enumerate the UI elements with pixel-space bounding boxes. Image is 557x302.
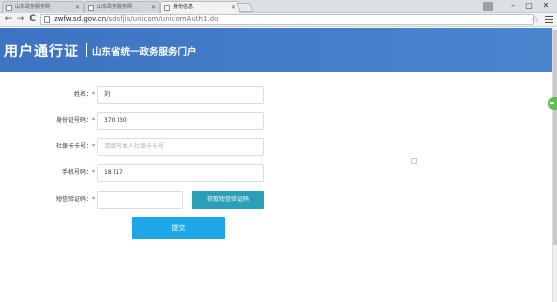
sms-code-field[interactable] (97, 191, 183, 209)
page-icon (6, 5, 12, 11)
bookmark-star-icon[interactable]: ☆ (531, 13, 539, 27)
vertical-scrollbar[interactable] (552, 28, 557, 302)
new-tab-button[interactable] (236, 3, 254, 12)
page-icon (44, 16, 50, 23)
close-icon[interactable]: ✕ (75, 2, 80, 13)
get-sms-code-button[interactable]: 获取短信验证码 (192, 191, 264, 209)
small-checkbox[interactable] (411, 158, 417, 164)
maximize-button[interactable]: ▢ (521, 0, 537, 12)
tab-1[interactable]: 山东政务服务网 ✕ (2, 1, 84, 13)
page-icon (88, 5, 94, 11)
auth-form: 姓名：* 刘 身份证号码：* 370 l30 社保卡卡号：* 请填写本人社保卡卡… (0, 72, 552, 302)
header-banner: 用户通行证 山东省统一政务服务门户 (0, 28, 552, 72)
url-host: zwfw.sd.gov.cn (54, 15, 107, 23)
url-text: zwfw.sd.gov.cn/sdsfjis/unicom/unicomAuth… (54, 15, 218, 24)
id-number-label: 身份证号码：* (55, 117, 95, 124)
id-number-field[interactable]: 370 l30 (97, 112, 264, 130)
tab-strip: 山东政务服务网 ✕ 山东政务服务网 ✕ 身份信息 ✕ – ▢ ✕ (0, 0, 557, 13)
tab-title: 山东政务服务网 (15, 4, 51, 10)
minimize-button[interactable]: – (505, 0, 521, 12)
brand-title: 用户通行证 (4, 44, 79, 60)
url-path: /sdsfjis/unicom/unicomAuth1.do (106, 15, 219, 23)
tab-title: 身份信息 (173, 4, 194, 10)
side-float-widget[interactable] (548, 97, 557, 110)
tab-title: 山东政务服务网 (97, 4, 133, 10)
back-button[interactable]: ← (3, 14, 14, 25)
forward-button[interactable]: → (15, 14, 26, 25)
browser-toolbar: ← → C zwfw.sd.gov.cn/sdsfjis/unicom/unic… (0, 13, 557, 27)
sms-code-label: 短信验证码：* (55, 196, 95, 203)
phone-field[interactable]: 18 l17 (97, 164, 264, 182)
name-label: 姓名：* (73, 91, 95, 98)
social-card-label: 社保卡卡号：* (55, 143, 95, 150)
portal-subtitle: 山东省统一政务服务门户 (92, 47, 197, 58)
menu-icon[interactable] (545, 15, 553, 24)
user-icon[interactable] (483, 2, 493, 11)
close-icon[interactable]: ✕ (231, 2, 236, 13)
submit-button[interactable]: 提交 (132, 217, 225, 239)
close-window-button[interactable]: ✕ (538, 0, 554, 12)
tab-3-active[interactable]: 身份信息 ✕ (160, 1, 240, 13)
reload-button[interactable]: C (27, 14, 38, 25)
tab-2[interactable]: 山东政务服务网 ✕ (84, 1, 160, 13)
address-bar[interactable]: zwfw.sd.gov.cn/sdsfjis/unicom/unicomAuth… (40, 14, 534, 25)
close-icon[interactable]: ✕ (151, 2, 156, 13)
page-icon (164, 5, 170, 11)
browser-window: 山东政务服务网 ✕ 山东政务服务网 ✕ 身份信息 ✕ – ▢ ✕ ← → C z… (0, 0, 557, 302)
social-card-field[interactable]: 请填写本人社保卡卡号 (97, 138, 264, 156)
scroll-thumb[interactable] (553, 30, 557, 245)
divider (86, 43, 87, 57)
name-field[interactable]: 刘 (97, 86, 264, 104)
phone-label: 手机号码：* (61, 169, 95, 176)
